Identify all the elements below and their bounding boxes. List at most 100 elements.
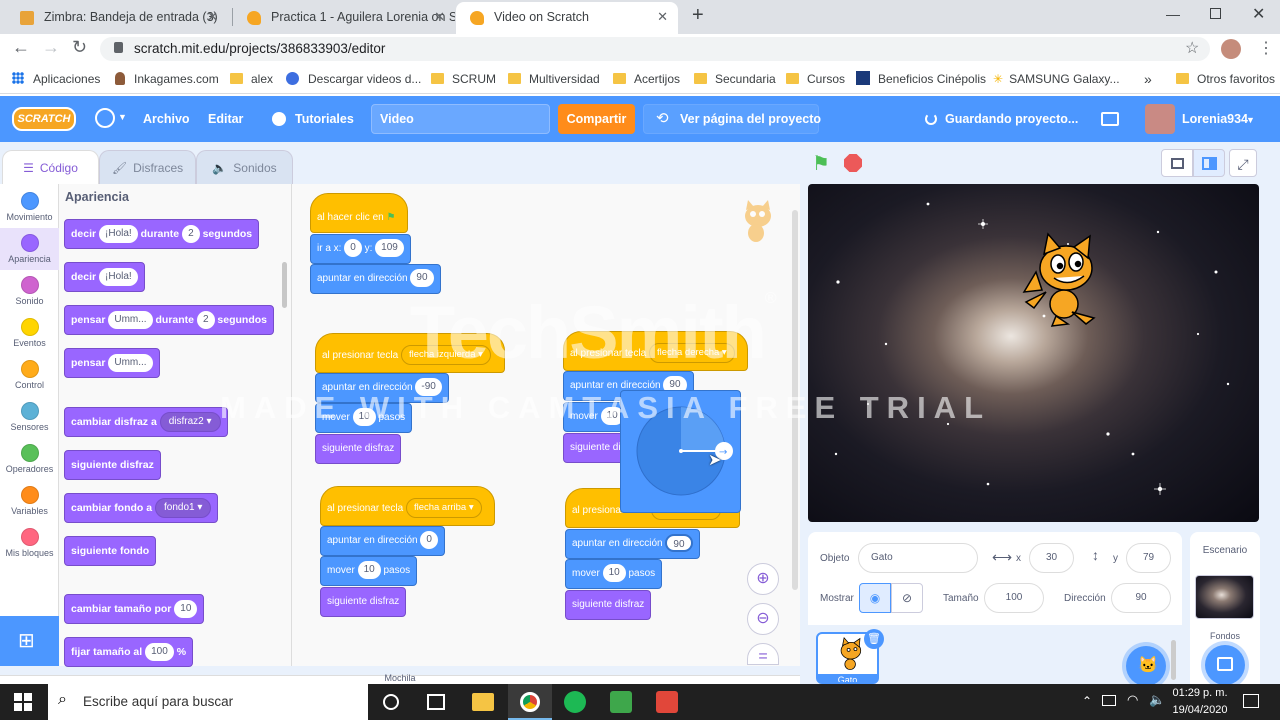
block-input[interactable]: 100 (145, 643, 174, 662)
script-scrollbar[interactable] (792, 210, 798, 590)
block-input[interactable]: 2 (182, 225, 200, 244)
block-input[interactable]: 0 (420, 531, 438, 550)
category-mis-bloques[interactable]: Mis bloques (0, 522, 59, 564)
key-dropdown[interactable]: flecha izquierda ▾ (400, 345, 491, 366)
block-cambiar-fondo[interactable]: cambiar fondo a fondo1 ▾ (64, 493, 219, 523)
ver-pagina-button[interactable]: ⟲ Ver página del proyecto (643, 104, 821, 134)
back-icon[interactable]: ← (12, 37, 30, 58)
block-input[interactable]: ¡Hola! (99, 225, 138, 244)
chrome-taskbar-button[interactable] (508, 684, 552, 720)
block-siguiente-disfraz[interactable]: siguiente disfraz (64, 450, 161, 480)
username[interactable]: Lorenia934 (1182, 96, 1248, 142)
menu-archivo[interactable]: Archivo (143, 96, 190, 142)
block-apuntar-direccion[interactable]: apuntar en dirección 90 (565, 529, 700, 559)
tab-codigo[interactable]: ☰ Código (2, 150, 99, 184)
minimize-icon[interactable]: — (1166, 6, 1180, 22)
bookmark-acertijos[interactable]: Acertijos (613, 64, 680, 94)
costume-dropdown[interactable]: disfraz2 ▾ (159, 412, 221, 433)
block-input[interactable]: ¡Hola! (99, 268, 138, 287)
menu-tutoriales[interactable]: Tutoriales (295, 96, 354, 142)
category-sonido[interactable]: Sonido (0, 270, 59, 312)
block-input[interactable]: Umm... (108, 354, 153, 373)
block-apuntar-direccion[interactable]: apuntar en dirección 0 (320, 526, 445, 556)
block-input[interactable]: 10 (174, 600, 198, 619)
compartir-button[interactable]: Compartir (558, 104, 635, 134)
bookmark-secundaria[interactable]: Secundaria (694, 64, 776, 94)
scratch-logo[interactable]: SCRATCH (12, 107, 76, 131)
cat-sprite[interactable] (1016, 232, 1106, 327)
zoom-in-button[interactable]: ⊕ (747, 563, 779, 595)
add-backdrop-button[interactable] (1205, 645, 1245, 685)
star-icon[interactable]: ☆ (1185, 38, 1199, 58)
windows-start-icon[interactable] (14, 693, 32, 711)
bookmark-descargar[interactable]: Descargar videos d... (286, 64, 421, 94)
close-icon[interactable]: ✕ (434, 2, 445, 32)
block-apuntar-direccion[interactable]: apuntar en dirección -90 (315, 373, 449, 403)
block-pensar[interactable]: pensar Umm... (64, 348, 160, 378)
block-input[interactable]: 10 (357, 561, 381, 580)
bookmark-multiversidad[interactable]: Multiversidad (508, 64, 600, 94)
block-mover[interactable]: mover 10 pasos (320, 556, 418, 586)
block-siguiente-disfraz[interactable]: siguiente disfraz (320, 587, 407, 617)
block-ir-a[interactable]: ir a x: 0 y: 109 (310, 234, 411, 264)
add-extension-button[interactable]: ⊞ (0, 616, 59, 666)
wifi-icon[interactable]: ◠ (1127, 692, 1138, 708)
bookmark-scrum[interactable]: SCRUM (431, 64, 496, 94)
camtasia-green-icon[interactable] (610, 691, 632, 713)
task-view-icon[interactable] (427, 694, 445, 710)
show-eye-icon[interactable]: ◉ (859, 583, 891, 613)
tab-disfraces[interactable]: 🖌 Disfraces (99, 150, 196, 184)
window-close-icon[interactable]: ✕ (1252, 4, 1265, 24)
normal-stage-button[interactable] (1193, 149, 1225, 177)
x-input[interactable]: 30 (1029, 543, 1074, 573)
hide-eye-icon[interactable]: ⊘ (891, 583, 923, 613)
cortana-icon[interactable] (383, 694, 399, 710)
notifications-icon[interactable] (1243, 694, 1259, 708)
block-decir-durante[interactable]: decir ¡Hola! durante 2 segundos (64, 219, 260, 249)
tab-video-on-scratch[interactable]: Video on Scratch ✕ (456, 2, 678, 34)
add-sprite-button[interactable]: 🐱 (1126, 646, 1166, 686)
user-avatar[interactable] (1145, 104, 1175, 134)
backpack-bar[interactable]: Mochila (0, 673, 800, 684)
direction-dial-popup[interactable]: → (620, 390, 741, 513)
block-cambiar-tamano[interactable]: cambiar tamaño por 10 (64, 594, 205, 624)
direction-dial[interactable]: → (621, 391, 742, 514)
menu-icon[interactable]: ⋮ (1258, 38, 1274, 58)
block-siguiente-disfraz[interactable]: siguiente disfraz (565, 590, 652, 620)
block-input[interactable]: 90 (410, 269, 434, 288)
block-fijar-tamano[interactable]: fijar tamaño al 100 % (64, 637, 194, 667)
camtasia-red-icon[interactable] (656, 691, 678, 713)
spotify-icon[interactable] (564, 691, 586, 713)
tab-sonidos[interactable]: 🔈 Sonidos (196, 150, 293, 184)
block-apuntar-direccion[interactable]: apuntar en dirección 90 (310, 264, 441, 294)
chevron-up-icon[interactable]: ⌃ (1082, 694, 1092, 708)
folder-icon[interactable] (1101, 112, 1119, 126)
file-explorer-icon[interactable] (472, 693, 494, 711)
category-control[interactable]: Control (0, 354, 59, 396)
reload-icon[interactable]: ↻ (72, 37, 87, 58)
new-tab-icon[interactable]: + (692, 4, 704, 27)
battery-icon[interactable] (1102, 695, 1116, 706)
block-input[interactable]: 10 (602, 564, 626, 583)
hat-block-green-flag[interactable]: al hacer clic en ⚑ (310, 193, 408, 233)
y-input[interactable]: 79 (1126, 543, 1171, 573)
taskbar-search-box[interactable]: ⌕ Escribe aquí para buscar (48, 684, 368, 720)
bookmark-samsung[interactable]: ✳ SAMSUNG Galaxy... (993, 64, 1120, 94)
category-variables[interactable]: Variables (0, 480, 59, 522)
globe-icon[interactable] (95, 108, 115, 128)
size-input[interactable]: 100 (984, 583, 1044, 613)
hat-block-key-left[interactable]: al presionar tecla flecha izquierda ▾ (315, 333, 505, 373)
green-flag-button[interactable]: ⚑ (812, 151, 830, 176)
block-input[interactable]: 10 (352, 408, 376, 427)
project-title-input[interactable]: Video (371, 104, 550, 134)
block-mover[interactable]: mover 10 pasos (565, 559, 663, 589)
block-pensar-durante[interactable]: pensar Umm... durante 2 segundos (64, 305, 275, 335)
block-input[interactable]: 109 (375, 239, 404, 258)
volume-icon[interactable]: 🔈 (1149, 692, 1165, 708)
forward-icon[interactable]: → (42, 37, 60, 58)
block-mover[interactable]: mover 10 pasos (315, 403, 413, 433)
more-bookmarks-icon[interactable]: » (1144, 64, 1152, 94)
key-dropdown[interactable]: flecha derecha ▾ (648, 343, 735, 364)
bookmark-aplicaciones[interactable]: Aplicaciones (12, 64, 100, 94)
direction-input[interactable]: 90 (1111, 583, 1171, 613)
